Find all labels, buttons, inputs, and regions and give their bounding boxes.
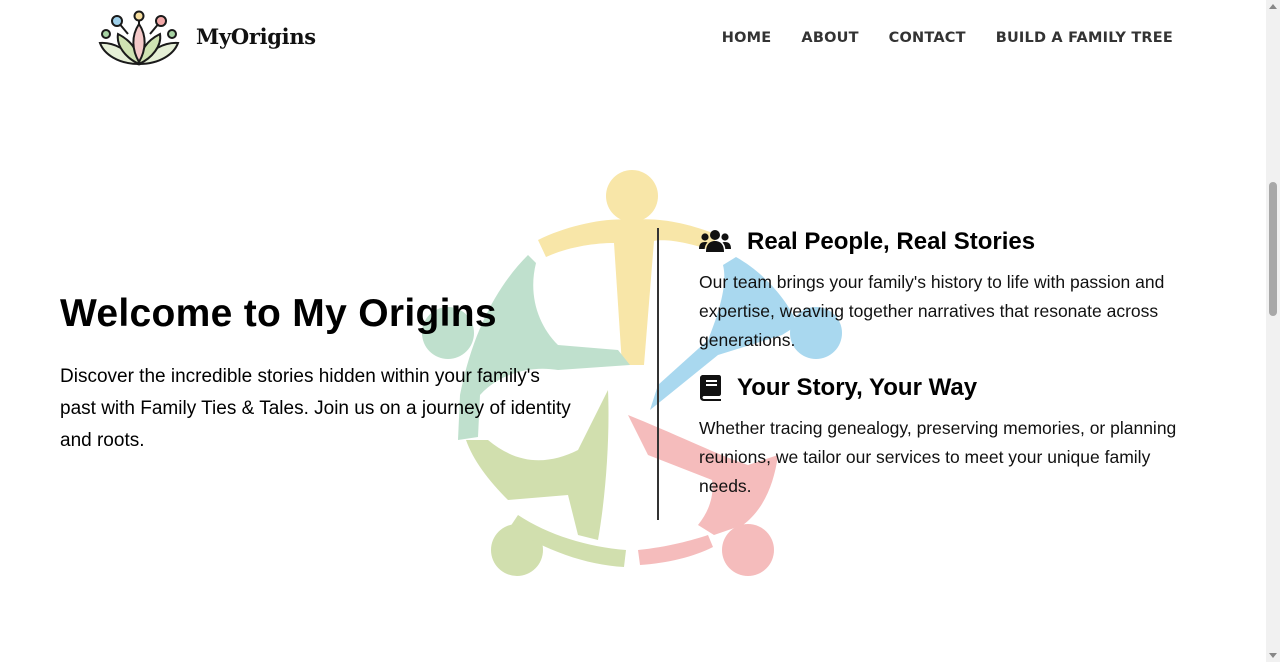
scroll-up-icon[interactable] bbox=[1269, 4, 1277, 9]
scroll-thumb[interactable] bbox=[1269, 182, 1277, 316]
nav-build-family-tree[interactable]: BUILD A FAMILY TREE bbox=[996, 30, 1173, 46]
scroll-down-icon[interactable] bbox=[1269, 653, 1277, 658]
brand-name[interactable]: MyOrigins bbox=[196, 24, 316, 49]
site-header: MyOrigins HOME ABOUT CONTACT BUILD A FAM… bbox=[0, 0, 1266, 78]
book-icon bbox=[700, 375, 721, 401]
feature-title: Your Story, Your Way bbox=[737, 374, 978, 401]
nav-about[interactable]: ABOUT bbox=[801, 30, 858, 46]
main-nav: HOME ABOUT CONTACT BUILD A FAMILY TREE bbox=[722, 30, 1173, 46]
nav-home[interactable]: HOME bbox=[722, 30, 772, 46]
logo-icon[interactable] bbox=[98, 10, 180, 68]
users-icon bbox=[699, 230, 731, 252]
feature-text: Our team brings your family's history to… bbox=[699, 272, 1165, 350]
vertical-divider bbox=[657, 228, 659, 520]
feature-text: Whether tracing genealogy, preserving me… bbox=[699, 418, 1177, 496]
hero-title: Welcome to My Origins bbox=[60, 292, 497, 335]
scrollbar[interactable] bbox=[1266, 0, 1280, 662]
feature-title: Real People, Real Stories bbox=[747, 228, 1036, 255]
nav-contact[interactable]: CONTACT bbox=[889, 30, 966, 46]
hero-text: Discover the incredible stories hidden w… bbox=[60, 366, 571, 451]
